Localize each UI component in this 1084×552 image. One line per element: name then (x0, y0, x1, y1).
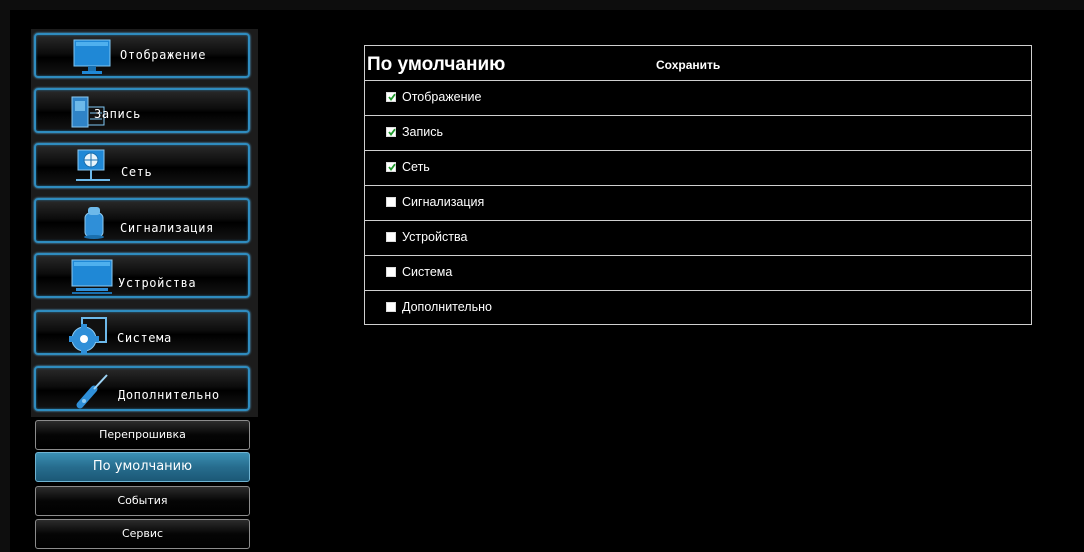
network-icon (72, 148, 112, 190)
subnav-firmware-button[interactable]: Перепрошивка (35, 420, 250, 450)
list-item-advanced[interactable]: Дополнительно (365, 290, 1031, 325)
sidebar-item-label: Сеть (121, 165, 153, 179)
option-label: Запись (402, 125, 444, 139)
sidebar-item-label: Отображение (120, 48, 207, 62)
option-label: Отображение (402, 90, 482, 104)
list-item-display[interactable]: Отображение (365, 80, 1031, 115)
checkbox[interactable] (386, 92, 396, 102)
left-edge-strip (0, 0, 10, 552)
top-edge-strip (10, 0, 1084, 10)
checkbox[interactable] (386, 162, 396, 172)
page-title: По умолчанию (367, 54, 506, 75)
defaults-panel: По умолчанию Сохранить Отображение Запис… (364, 45, 1032, 325)
checkbox[interactable] (386, 267, 396, 277)
check-icon (388, 163, 396, 171)
option-label: Система (402, 265, 453, 279)
option-label: Сеть (402, 160, 430, 174)
option-label: Устройства (402, 230, 468, 244)
sidebar-item-label: Запись (94, 107, 141, 121)
option-label: Дополнительно (402, 300, 492, 314)
sidebar-item-alarm[interactable]: Сигнализация (34, 198, 250, 243)
app-window: Отображение Запись Сеть Сигнализация Уст… (0, 0, 1084, 552)
sidebar-item-devices[interactable]: Устройства (34, 253, 250, 298)
monitor-icon (72, 38, 112, 80)
sidebar-item-label: Дополнительно (118, 388, 220, 402)
subnav-events-button[interactable]: События (35, 486, 250, 516)
list-item-alarm[interactable]: Сигнализация (365, 185, 1031, 220)
checkbox[interactable] (386, 127, 396, 137)
option-label: Сигнализация (402, 195, 485, 209)
list-item-devices[interactable]: Устройства (365, 220, 1031, 255)
sidebar-item-label: Устройства (118, 276, 197, 290)
devices-icon (70, 258, 114, 300)
list-item-system[interactable]: Система (365, 255, 1031, 290)
sidebar-item-display[interactable]: Отображение (34, 33, 250, 78)
checkbox[interactable] (386, 197, 396, 207)
sidebar-item-network[interactable]: Сеть (34, 143, 250, 188)
sidebar-item-label: Система (117, 331, 172, 345)
checkbox[interactable] (386, 302, 396, 312)
save-button[interactable]: Сохранить (656, 58, 720, 72)
gear-icon (66, 315, 110, 359)
sidebar-item-label: Сигнализация (120, 221, 214, 235)
sidebar-item-system[interactable]: Система (34, 310, 250, 355)
screwdriver-icon (72, 371, 112, 415)
list-item-record[interactable]: Запись (365, 115, 1031, 150)
subnav-defaults-button[interactable]: По умолчанию (35, 452, 250, 482)
alarm-icon (82, 203, 106, 245)
check-icon (388, 93, 396, 101)
checkbox[interactable] (386, 232, 396, 242)
list-item-network[interactable]: Сеть (365, 150, 1031, 185)
sidebar-item-advanced[interactable]: Дополнительно (34, 366, 250, 411)
subnav-service-button[interactable]: Сервис (35, 519, 250, 549)
sidebar-item-record[interactable]: Запись (34, 88, 250, 133)
check-icon (388, 128, 396, 136)
